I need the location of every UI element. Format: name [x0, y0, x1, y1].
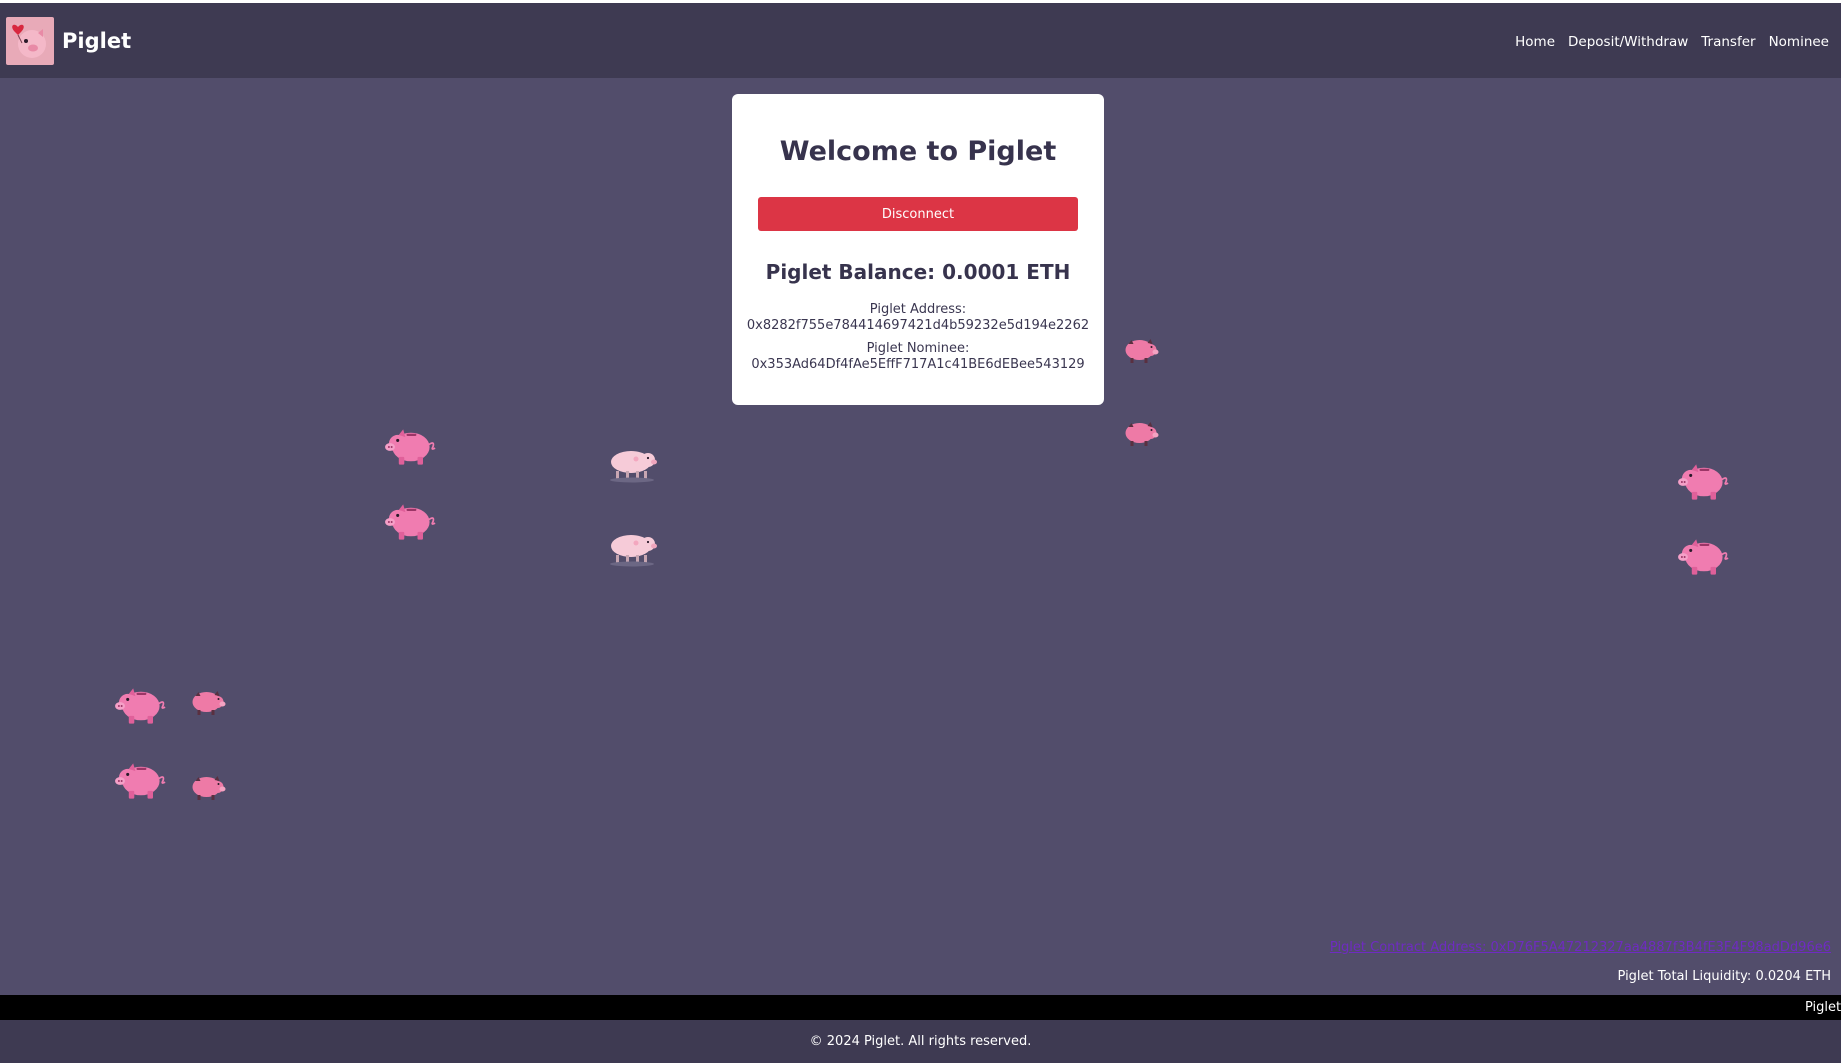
nav-nominee[interactable]: Nominee: [1769, 34, 1829, 50]
walking-pig-icon: [610, 535, 657, 567]
footer-copyright: © 2024 Piglet. All rights reserved.: [809, 1034, 1032, 1049]
contract-address-link[interactable]: Piglet Contract Address: 0xD76F5A4721232…: [1330, 940, 1831, 955]
nav-links: Home Deposit/Withdraw Transfer Nominee: [1515, 34, 1829, 50]
marquee-bar: Piglet: [0, 995, 1841, 1020]
nav-home[interactable]: Home: [1515, 34, 1555, 50]
piglet-balance: Piglet Balance: 0.0001 ETH: [765, 260, 1071, 284]
brand-name[interactable]: Piglet: [62, 29, 131, 53]
piggy-bank-icon: [1677, 463, 1729, 501]
marquee-text: Piglet: [1805, 1000, 1841, 1015]
piggy-bank-icon: [384, 428, 436, 466]
running-pig-icon: [192, 776, 226, 800]
running-pig-icon: [1125, 339, 1159, 363]
nav-deposit-withdraw[interactable]: Deposit/Withdraw: [1568, 34, 1688, 50]
nav-transfer[interactable]: Transfer: [1701, 34, 1755, 50]
piggy-bank-icon: [384, 503, 436, 541]
welcome-card: Welcome to Piglet Disconnect Piglet Bala…: [732, 94, 1104, 405]
piggy-bank-icon: [114, 687, 166, 725]
walking-pig-icon: [610, 451, 657, 483]
address-label: Piglet Address:: [869, 302, 967, 317]
navbar: Piglet Home Deposit/Withdraw Transfer No…: [0, 3, 1841, 78]
running-pig-icon: [192, 691, 226, 715]
welcome-title: Welcome to Piglet: [779, 136, 1057, 167]
piglet-logo-icon[interactable]: [6, 17, 54, 65]
total-liquidity: Piglet Total Liquidity: 0.0204 ETH: [1617, 969, 1831, 984]
nominee-label: Piglet Nominee:: [866, 341, 970, 356]
address-value: 0x8282f755e784414697421d4b59232e5d194e22…: [746, 318, 1090, 333]
footer: © 2024 Piglet. All rights reserved.: [0, 1020, 1841, 1063]
running-pig-icon: [1125, 422, 1159, 446]
piggy-bank-icon: [1677, 538, 1729, 576]
nominee-value: 0x353Ad64Df4fAe5EffF717A1c41BE6dEBee5431…: [751, 357, 1085, 372]
piggy-bank-icon: [114, 762, 166, 800]
disconnect-button[interactable]: Disconnect: [758, 197, 1078, 231]
